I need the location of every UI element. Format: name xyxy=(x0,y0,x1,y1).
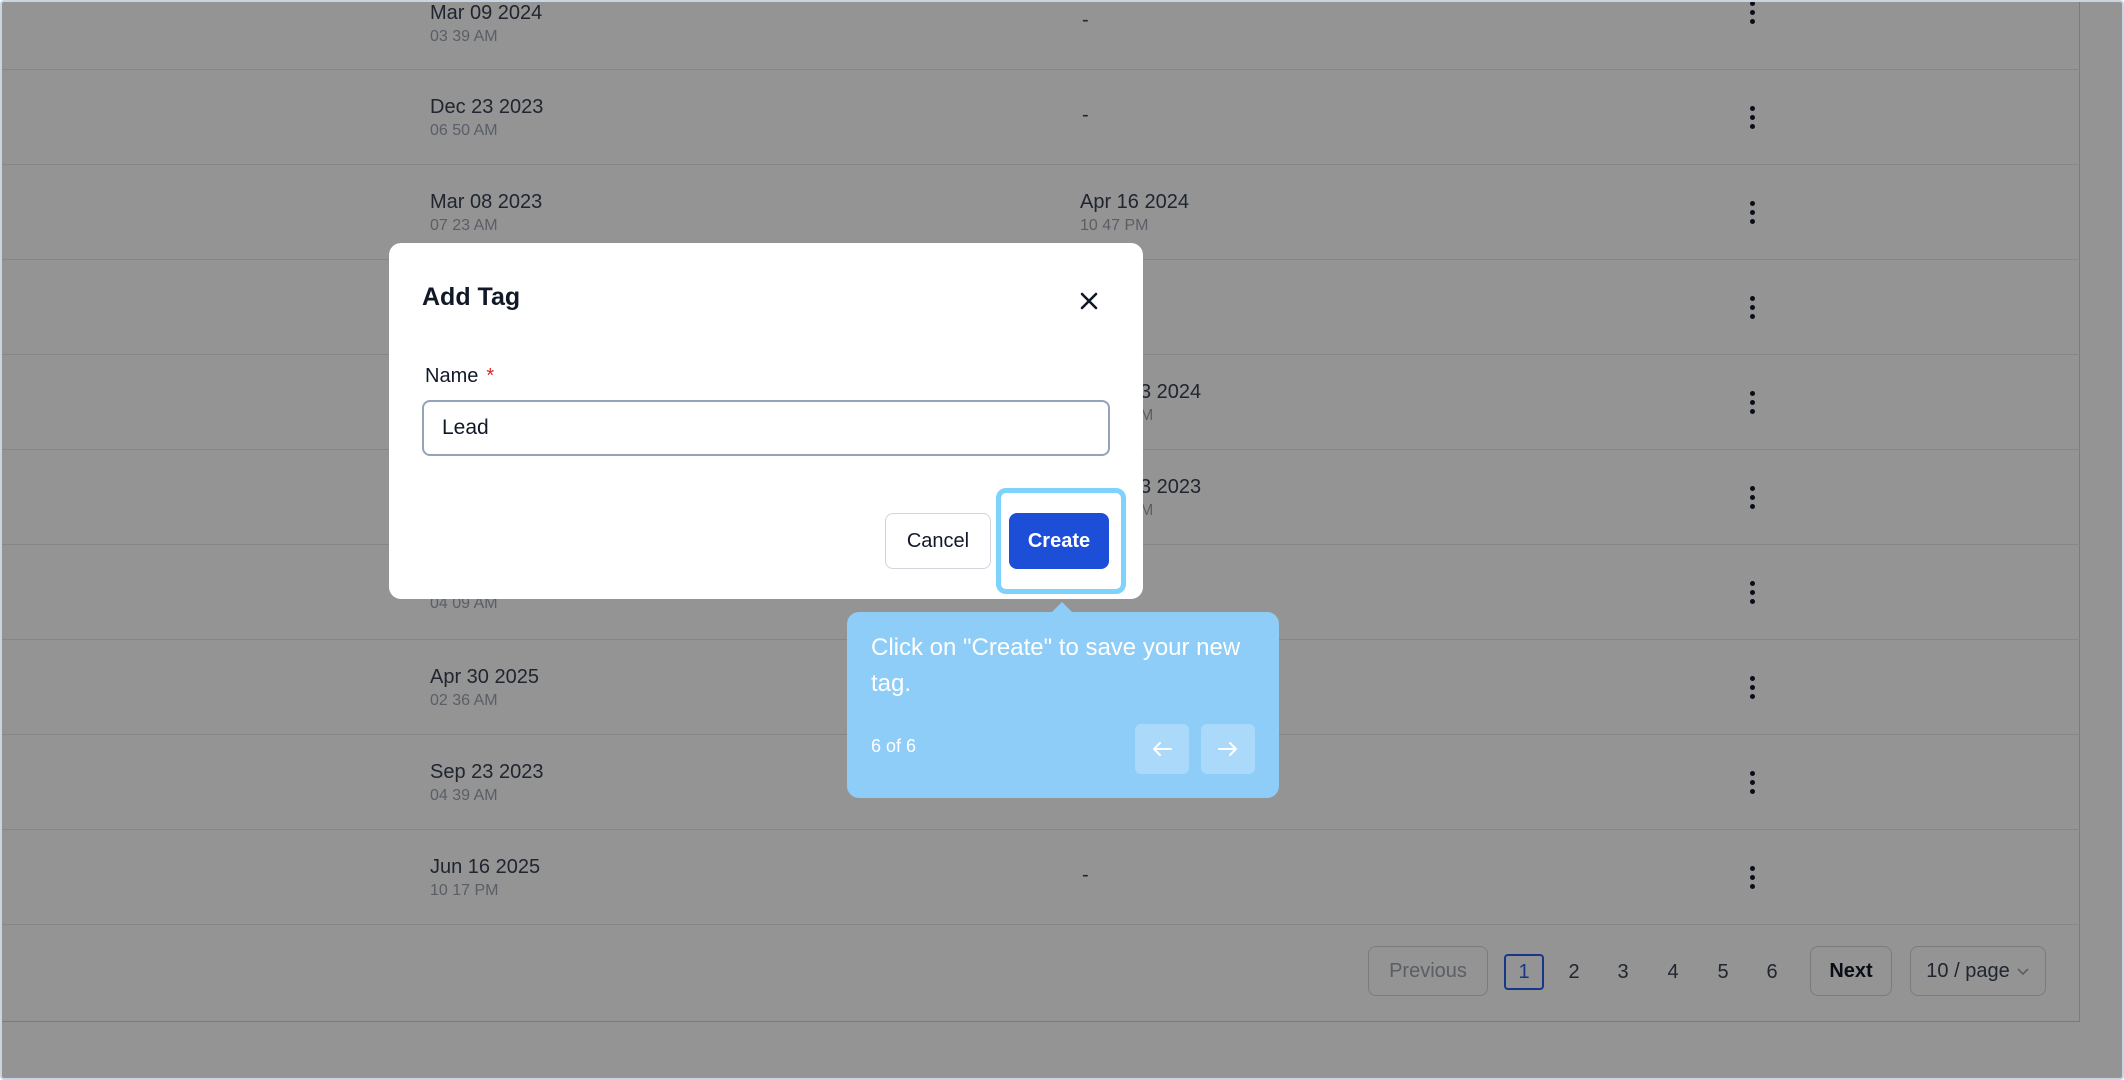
arrow-left-icon[interactable] xyxy=(1135,724,1189,774)
tour-step-counter: 6 of 6 xyxy=(871,736,917,756)
arrow-right-icon[interactable] xyxy=(1201,724,1255,774)
name-field-label: Name * xyxy=(425,365,494,388)
name-label-text: Name xyxy=(425,365,479,387)
cancel-button[interactable]: Cancel xyxy=(885,513,991,569)
tour-tooltip: Click on "Create" to save your new tag. … xyxy=(847,602,1279,798)
modal-title: Add Tag xyxy=(422,283,521,311)
add-tag-modal: Add Tag Name * Cancel Create xyxy=(389,243,1143,599)
required-marker: * xyxy=(486,365,495,387)
close-icon[interactable] xyxy=(1071,283,1107,319)
create-button[interactable]: Create xyxy=(1009,513,1109,569)
tag-name-input[interactable] xyxy=(422,400,1110,456)
tooltip-arrow xyxy=(1052,602,1072,612)
tour-text: Click on "Create" to save your new tag. xyxy=(871,634,1241,697)
